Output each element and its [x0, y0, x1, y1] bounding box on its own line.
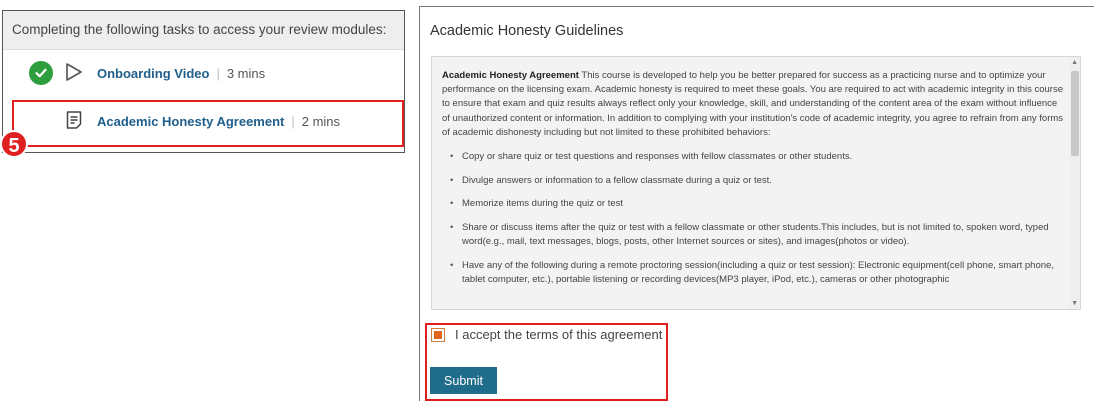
- highlight-box-agreement: [12, 100, 404, 147]
- prohibited-behaviors-list: Copy or share quiz or test questions and…: [442, 150, 1064, 287]
- scroll-up-arrow-icon[interactable]: ▲: [1071, 59, 1078, 66]
- list-item: Divulge answers or information to a fell…: [442, 174, 1064, 188]
- task-onboarding-video[interactable]: Onboarding Video | 3 mins: [3, 51, 404, 95]
- scrollbar[interactable]: ▲ ▼: [1069, 57, 1080, 309]
- task-title[interactable]: Onboarding Video: [97, 66, 209, 81]
- play-icon: [65, 62, 83, 85]
- guidelines-title: Academic Honesty Guidelines: [430, 23, 624, 39]
- agreement-intro: Academic Honesty Agreement This course i…: [442, 69, 1064, 140]
- list-item: Copy or share quiz or test questions and…: [442, 150, 1064, 164]
- step-number-badge: 5: [0, 130, 28, 158]
- agreement-content: Academic Honesty Agreement This course i…: [442, 69, 1064, 297]
- tasks-header: Completing the following tasks to access…: [3, 11, 404, 50]
- highlight-box-accept: [425, 323, 668, 401]
- scroll-down-arrow-icon[interactable]: ▼: [1071, 300, 1078, 307]
- agreement-heading: Academic Honesty Agreement: [442, 70, 579, 81]
- list-item: Memorize items during the quiz or test: [442, 197, 1064, 211]
- separator: |: [216, 65, 220, 81]
- scroll-thumb[interactable]: [1071, 71, 1079, 156]
- list-item: Share or discuss items after the quiz or…: [442, 221, 1064, 249]
- check-circle-icon: [29, 61, 53, 85]
- agreement-text-box[interactable]: Academic Honesty Agreement This course i…: [431, 56, 1081, 310]
- task-duration: 3 mins: [226, 65, 266, 81]
- list-item: Have any of the following during a remot…: [442, 259, 1064, 287]
- guidelines-panel: Academic Honesty Guidelines Academic Hon…: [419, 6, 1094, 401]
